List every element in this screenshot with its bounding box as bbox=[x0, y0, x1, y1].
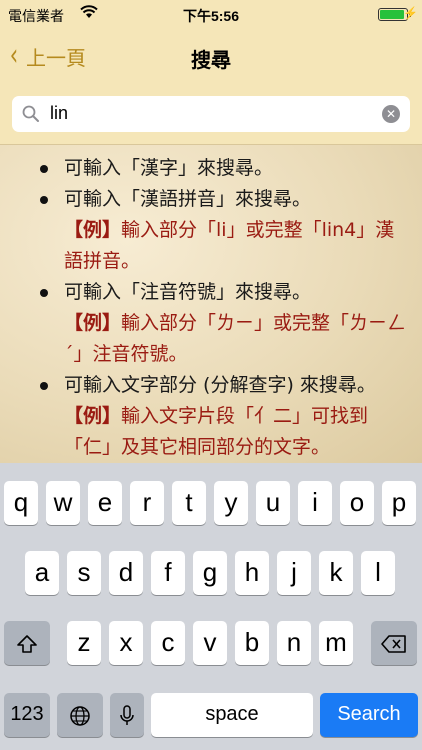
clock-time: 下午5:56 bbox=[182, 8, 240, 24]
example-tag: 【例】 bbox=[64, 405, 122, 427]
key-z[interactable]: z bbox=[67, 621, 101, 665]
key-x[interactable]: x bbox=[109, 621, 143, 665]
bullet bbox=[40, 165, 48, 173]
on-screen-keyboard: q w e r t y u i o p a s d f g h j k l z … bbox=[0, 463, 422, 750]
example-tag: 【例】 bbox=[64, 312, 122, 334]
search-help-panel: 可輸入「漢字」來搜尋。 可輸入「漢語拼音」來搜尋。 【例】輸入部分「li」或完整… bbox=[0, 145, 422, 463]
microphone-icon bbox=[119, 699, 135, 729]
example-tag: 【例】 bbox=[64, 219, 122, 241]
tips-list: 可輸入「漢字」來搜尋。 可輸入「漢語拼音」來搜尋。 【例】輸入部分「li」或完整… bbox=[0, 153, 422, 463]
key-f[interactable]: f bbox=[151, 551, 185, 595]
key-e[interactable]: e bbox=[88, 481, 122, 525]
key-r[interactable]: r bbox=[130, 481, 164, 525]
tip-example: 【例】輸入部分「li」或完整「lin4」漢語拼音。 bbox=[64, 215, 410, 277]
tip-example: 【例】輸入文字片段「亻二」可找到「仁」及其它相同部分的文字。 bbox=[64, 401, 410, 463]
tip-item: 可輸入「漢語拼音」來搜尋。 【例】輸入部分「li」或完整「lin4」漢語拼音。 bbox=[0, 184, 422, 277]
search-bar: lin ✕ bbox=[0, 86, 422, 145]
search-input[interactable]: lin ✕ bbox=[12, 96, 410, 132]
globe-key[interactable] bbox=[57, 693, 103, 737]
backspace-icon bbox=[381, 627, 407, 657]
tip-text: 可輸入文字部分 (分解查字) 來搜尋。 bbox=[64, 374, 376, 396]
tip-item: 可輸入文字部分 (分解查字) 來搜尋。 【例】輸入文字片段「亻二」可找到「仁」及… bbox=[0, 370, 422, 463]
key-q[interactable]: q bbox=[4, 481, 38, 525]
key-m[interactable]: m bbox=[319, 621, 353, 665]
key-d[interactable]: d bbox=[109, 551, 143, 595]
charging-bolt-icon: ⚡ bbox=[403, 6, 418, 20]
key-p[interactable]: p bbox=[382, 481, 416, 525]
key-w[interactable]: w bbox=[46, 481, 80, 525]
navigation-bar: ‹ 上一頁 搜尋 bbox=[0, 30, 422, 86]
key-k[interactable]: k bbox=[319, 551, 353, 595]
status-bar: 電信業者 下午5:56 ⚡ bbox=[0, 0, 422, 30]
tip-text: 可輸入「注音符號」來搜尋。 bbox=[64, 281, 312, 303]
key-y[interactable]: y bbox=[214, 481, 248, 525]
tip-example: 【例】輸入部分「ㄌㄧ」或完整「ㄌㄧㄥˊ」注音符號。 bbox=[64, 308, 410, 370]
key-i[interactable]: i bbox=[298, 481, 332, 525]
key-t[interactable]: t bbox=[172, 481, 206, 525]
tip-text: 可輸入「漢語拼音」來搜尋。 bbox=[64, 188, 312, 210]
tip-item: 可輸入「注音符號」來搜尋。 【例】輸入部分「ㄌㄧ」或完整「ㄌㄧㄥˊ」注音符號。 bbox=[0, 277, 422, 370]
key-l[interactable]: l bbox=[361, 551, 395, 595]
numbers-key[interactable]: 123 bbox=[4, 693, 50, 737]
key-u[interactable]: u bbox=[256, 481, 290, 525]
dictation-key[interactable] bbox=[110, 693, 144, 737]
clear-icon[interactable]: ✕ bbox=[382, 105, 400, 123]
bullet bbox=[40, 196, 48, 204]
search-query-text: lin bbox=[50, 103, 69, 123]
tip-item: 可輸入「漢字」來搜尋。 bbox=[0, 153, 422, 184]
bullet bbox=[40, 382, 48, 390]
delete-key[interactable] bbox=[371, 621, 417, 665]
shift-icon bbox=[16, 627, 38, 657]
shift-key[interactable] bbox=[4, 621, 50, 665]
key-v[interactable]: v bbox=[193, 621, 227, 665]
key-o[interactable]: o bbox=[340, 481, 374, 525]
bullet bbox=[40, 289, 48, 297]
key-n[interactable]: n bbox=[277, 621, 311, 665]
key-g[interactable]: g bbox=[193, 551, 227, 595]
search-key[interactable]: Search bbox=[320, 693, 418, 737]
key-c[interactable]: c bbox=[151, 621, 185, 665]
page-title: 搜尋 bbox=[191, 48, 231, 72]
globe-icon bbox=[69, 699, 91, 729]
key-a[interactable]: a bbox=[25, 551, 59, 595]
key-j[interactable]: j bbox=[277, 551, 311, 595]
space-key[interactable]: space bbox=[151, 693, 313, 737]
key-s[interactable]: s bbox=[67, 551, 101, 595]
key-h[interactable]: h bbox=[235, 551, 269, 595]
magnifier-icon bbox=[22, 105, 40, 127]
tip-text: 可輸入「漢字」來搜尋。 bbox=[64, 157, 274, 179]
key-b[interactable]: b bbox=[235, 621, 269, 665]
